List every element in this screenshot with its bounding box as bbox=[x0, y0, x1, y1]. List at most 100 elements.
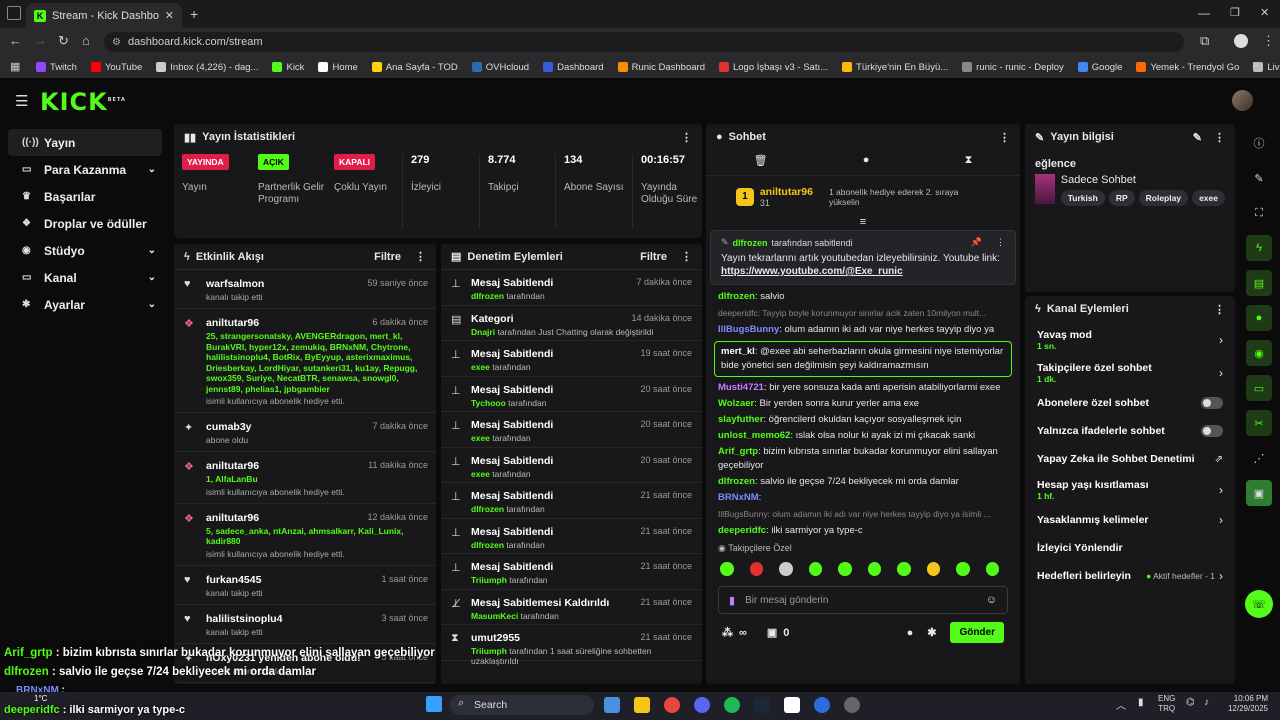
activity-row[interactable]: ✦ cumab3y 7 dakika önce abone oldu bbox=[174, 413, 436, 452]
taskbar-search[interactable]: Search bbox=[450, 695, 594, 715]
copilot-icon[interactable] bbox=[604, 697, 620, 713]
moderation-menu-icon[interactable]: ⋮ bbox=[681, 250, 692, 263]
app-icon[interactable]: ▣ bbox=[1246, 480, 1272, 506]
activity-menu-icon[interactable]: ⋮ bbox=[415, 250, 426, 263]
wrench-icon[interactable]: ✂ bbox=[1246, 410, 1272, 436]
tray-chevron-icon[interactable]: ︿ bbox=[1116, 697, 1126, 712]
category-name[interactable]: Sadece Sohbet bbox=[1061, 174, 1225, 186]
chat-username[interactable]: IllBugsBunny bbox=[718, 324, 779, 335]
url-input[interactable]: dashboard.kick.com/stream bbox=[104, 32, 1184, 52]
emote-icon[interactable] bbox=[720, 562, 734, 576]
emote-icon[interactable] bbox=[779, 562, 793, 576]
bookmark-item[interactable]: OVHcloud bbox=[471, 62, 529, 73]
obs-icon[interactable] bbox=[844, 697, 860, 713]
kick-logo[interactable]: KICKBETA bbox=[40, 88, 126, 116]
mic-tray-icon[interactable]: ▮ bbox=[1138, 697, 1144, 708]
emote-icon[interactable] bbox=[956, 562, 970, 576]
sidebar-item[interactable]: ▭ Kanal ⌄ bbox=[8, 264, 162, 291]
file-explorer-icon[interactable] bbox=[634, 697, 650, 713]
bookmark-item[interactable]: Ana Sayfa - TOD bbox=[371, 62, 458, 73]
extensions-icon[interactable]: ⧉ bbox=[1200, 33, 1209, 49]
chat-message[interactable]: deeperidfc: Tayyip boyle korunmuyor sini… bbox=[706, 305, 1020, 322]
unpin-icon[interactable]: 📌 bbox=[971, 237, 982, 248]
tag-chip[interactable]: RP bbox=[1108, 190, 1135, 206]
settings-icon[interactable]: ✱ bbox=[927, 626, 936, 639]
chat-message[interactable]: slayfuther: öğrencilerd okuldan kaçıyor … bbox=[706, 412, 1020, 428]
activity-filter-button[interactable]: Filtre bbox=[374, 251, 401, 263]
maximize-icon[interactable]: ❐ bbox=[1230, 6, 1240, 19]
chat-username[interactable]: slayfuther bbox=[718, 414, 763, 425]
windows-start-icon[interactable] bbox=[426, 696, 442, 712]
network-icon[interactable]: ⌬ bbox=[1186, 697, 1195, 708]
channel-actions-menu-icon[interactable]: ⋮ bbox=[1214, 303, 1225, 316]
site-info-icon[interactable]: ⚙ bbox=[112, 37, 121, 48]
bookmark-item[interactable]: Türkiye'nin En Büyü... bbox=[842, 62, 948, 73]
channel-action-row[interactable]: Hesap yaşı kısıtlaması 1 hf. › bbox=[1025, 474, 1235, 505]
pinned-menu-icon[interactable]: ⋮ bbox=[996, 237, 1005, 248]
sidebar-item[interactable]: ◉ Stüdyo ⌄ bbox=[8, 237, 162, 264]
tag-chip[interactable]: Turkish bbox=[1060, 190, 1105, 206]
bookmark-item[interactable]: Twitch bbox=[36, 62, 77, 73]
moderation-filter-button[interactable]: Filtre bbox=[640, 251, 667, 263]
moderation-row[interactable]: ⊥ Mesaj Sabitlendi 20 saat önce exee tarafı… bbox=[441, 412, 702, 448]
moderation-row[interactable]: ⊥ Mesaj Sabitlendi 20 saat önce Tychooo tar… bbox=[441, 377, 702, 412]
share-icon[interactable]: ⋰ bbox=[1246, 445, 1272, 471]
channel-action-row[interactable]: Yalnızca ifadelerle sohbet bbox=[1025, 418, 1235, 444]
moderation-row[interactable]: ⊥ Mesaj Sabitlendi 7 dakika önce dlfrozen t… bbox=[441, 270, 702, 306]
toggle-switch[interactable] bbox=[1201, 397, 1223, 409]
browser-icon[interactable] bbox=[814, 697, 830, 713]
tag-chip[interactable]: Roleplay bbox=[1138, 190, 1189, 206]
layout-icon[interactable]: ▭ bbox=[1246, 375, 1272, 401]
chrome-icon[interactable] bbox=[664, 697, 680, 713]
chat-menu-icon[interactable]: ⋮ bbox=[999, 131, 1010, 144]
hourglass-icon[interactable]: ⧗ bbox=[965, 154, 973, 167]
broadcast-icon[interactable]: ◉ bbox=[1246, 340, 1272, 366]
emote-icon[interactable] bbox=[867, 562, 881, 576]
chat-username[interactable]: Arif_grtp bbox=[718, 446, 758, 457]
minimize-icon[interactable]: — bbox=[1198, 6, 1210, 20]
hamburger-icon[interactable]: ☰ bbox=[15, 92, 28, 110]
volume-icon[interactable]: ♪ bbox=[1204, 697, 1209, 708]
tab-close-icon[interactable]: ✕ bbox=[165, 9, 174, 22]
activity-row[interactable]: ◎Abone hedefi5 saat önce bbox=[174, 683, 436, 685]
moderation-row[interactable]: ⊥̸ Mesaj Sabitlemesi Kaldırıldı 21 saat ön… bbox=[441, 590, 702, 625]
tag-chip[interactable]: exee bbox=[1192, 190, 1225, 206]
chat-icon[interactable]: ● bbox=[1246, 305, 1272, 331]
steam-icon[interactable] bbox=[754, 697, 770, 713]
chat-username[interactable]: Wolzaer bbox=[718, 398, 754, 409]
activity-row[interactable]: ❖ aniltutar96 11 dakika önce 1, AlfaLanBu is… bbox=[174, 452, 436, 504]
chat-username[interactable]: dlfrozen bbox=[718, 476, 755, 487]
channel-action-row[interactable]: Yavaş mod 1 sn. › bbox=[1025, 324, 1235, 355]
fullscreen-icon[interactable]: ⛶ bbox=[1246, 200, 1272, 226]
info-icon[interactable]: ⓘ bbox=[1246, 130, 1272, 156]
emote-icon[interactable] bbox=[808, 562, 822, 576]
category-thumbnail[interactable] bbox=[1035, 174, 1055, 204]
chat-bubble-icon[interactable]: ● bbox=[907, 627, 914, 639]
activity-row[interactable]: ♥ halilistsinoplu4 3 saat önce kanalı takip… bbox=[174, 605, 436, 644]
mic-icon[interactable]: ▮ bbox=[729, 594, 735, 607]
emote-icon[interactable] bbox=[985, 562, 999, 576]
chat-message[interactable]: BRNxNM: bbox=[706, 490, 1020, 506]
channel-action-row[interactable]: İzleyici Yönlendir bbox=[1025, 535, 1235, 561]
clock[interactable]: 10:06 PM 12/29/2025 bbox=[1222, 694, 1268, 714]
chat-input[interactable]: Bir mesaj gönderin bbox=[745, 595, 828, 606]
chat-username[interactable]: Musti4721 bbox=[718, 382, 764, 393]
chat-username[interactable]: dlfrozen bbox=[718, 291, 755, 302]
reload-icon[interactable]: ↻ bbox=[58, 33, 69, 49]
activity-row[interactable]: ♥ furkan4545 1 saat önce kanalı takip etti bbox=[174, 566, 436, 605]
chat-input-box[interactable]: ▮ Bir mesaj gönderin ☺ bbox=[718, 586, 1008, 614]
chat-username[interactable]: BRNxNM bbox=[718, 492, 759, 503]
moderation-row[interactable]: ⧗ umut2955 21 saat önce Triiumph tarafından… bbox=[441, 625, 702, 666]
new-tab-icon[interactable]: + bbox=[190, 6, 198, 22]
forward-icon[interactable]: → bbox=[34, 33, 47, 48]
apps-grid-icon[interactable]: ▦ bbox=[10, 60, 20, 73]
bookmark-item[interactable]: Inbox (4,226) - dag... bbox=[156, 62, 258, 73]
sidebar-item[interactable]: ✱ Ayarlar ⌄ bbox=[8, 291, 162, 318]
chat-message[interactable]: dlfrozen: salvio ile geçse 7/24 bekliyec… bbox=[706, 474, 1020, 490]
more-bookmarks-icon[interactable]: » bbox=[1252, 59, 1258, 71]
moderation-row[interactable]: ▤ Kategori 14 dakika önce Dnajri tarafından… bbox=[441, 306, 702, 341]
channel-action-row[interactable]: Abonelere özel sohbet bbox=[1025, 390, 1235, 416]
bookmark-item[interactable]: Yemek - Trendyol Go bbox=[1136, 62, 1239, 73]
support-icon[interactable]: ☏ bbox=[1245, 590, 1273, 618]
sidebar-item[interactable]: ❖ Droplar ve ödüller bbox=[8, 210, 162, 237]
